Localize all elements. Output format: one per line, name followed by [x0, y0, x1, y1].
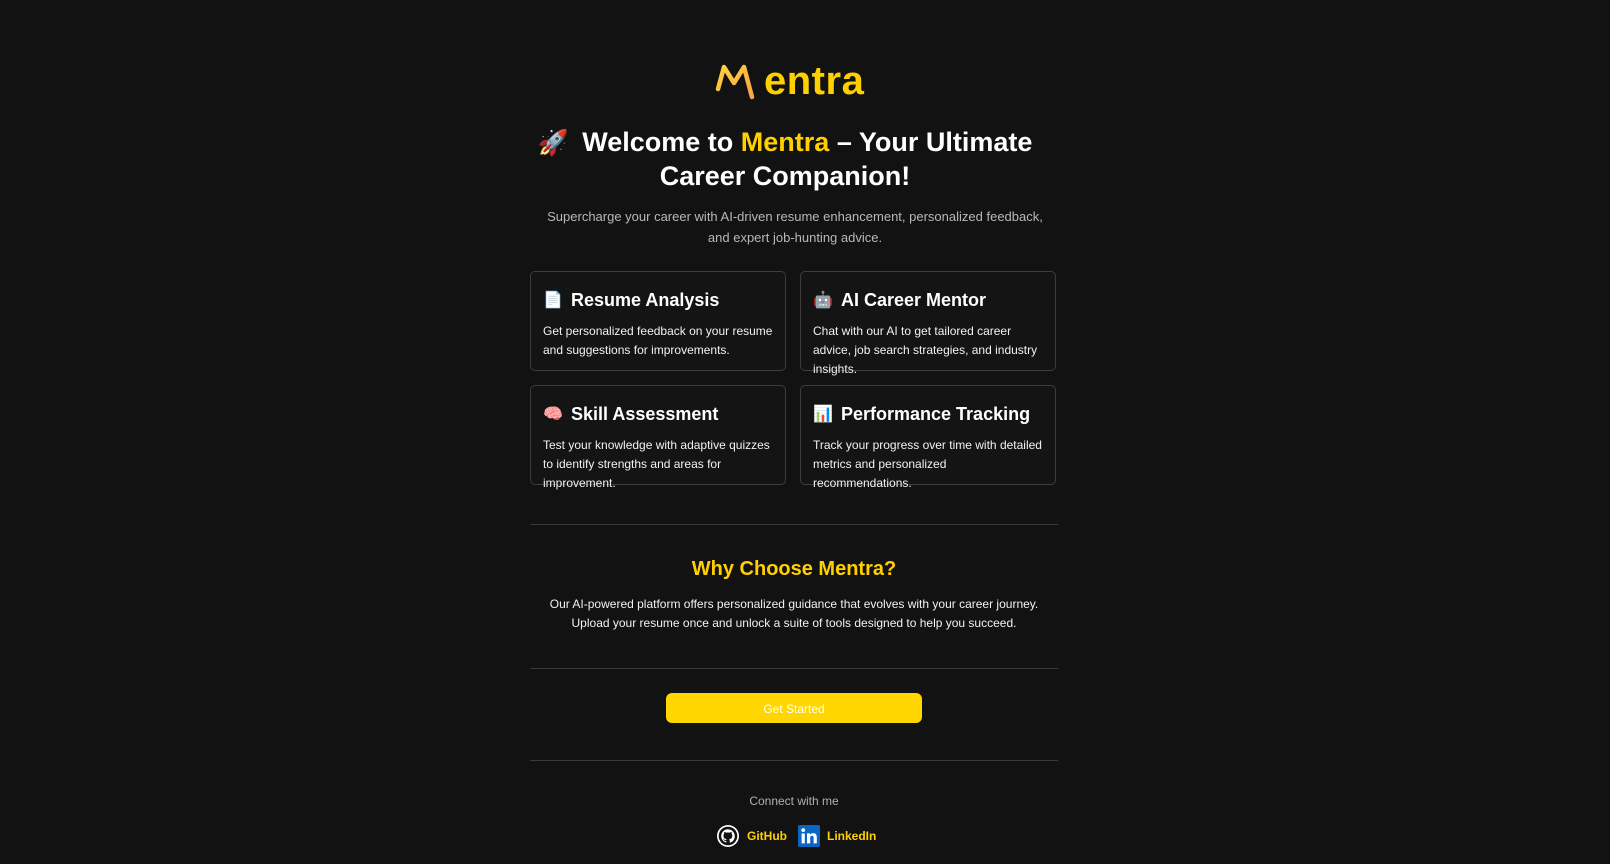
why-text: Our AI-powered platform offers personali…	[549, 597, 1039, 630]
feature-card-description: Test your knowledge with adaptive quizze…	[543, 438, 770, 490]
landing-page: entra 🚀 Welcome to Mentra – Your Ultimat…	[0, 0, 1610, 864]
github-label: GitHub	[747, 829, 787, 843]
feature-title-text: AI Career Mentor	[841, 289, 987, 310]
feature-title-text: Performance Tracking	[841, 403, 1031, 424]
github-icon	[717, 825, 739, 847]
feature-card-description: Chat with our AI to get tailored career …	[813, 324, 1038, 376]
robot-icon: 🤖	[813, 292, 833, 309]
brand-logo: entra	[714, 56, 864, 106]
feature-card-description: Get personalized feedback on your resume…	[543, 324, 773, 357]
feature-card-performance-tracking: 📊 Performance Tracking Track your progre…	[800, 385, 1056, 490]
github-link[interactable]: GitHub	[716, 824, 787, 848]
brain-icon: 🧠	[543, 406, 563, 423]
linkedin-link[interactable]: LinkedIn	[798, 824, 876, 848]
chart-icon: 📊	[813, 406, 833, 423]
mentra-m-logo-icon	[715, 64, 755, 100]
feature-card-skill-assessment: 🧠 Skill Assessment Test your knowledge w…	[530, 385, 786, 490]
feature-title-text: Resume Analysis	[571, 289, 720, 310]
feature-card-title: 🤖 AI Career Mentor	[813, 288, 1043, 312]
page-icon: 📄	[543, 292, 563, 309]
feature-card-description: Track your progress over time with detai…	[813, 438, 1042, 490]
feature-title-text: Skill Assessment	[571, 403, 719, 424]
feature-card-title: 📊 Performance Tracking	[813, 402, 1043, 426]
section-divider	[530, 668, 1058, 669]
linkedin-icon	[798, 825, 820, 847]
connect-label: Connect with me	[749, 794, 839, 808]
get-started-button[interactable]: Get Started	[666, 693, 922, 723]
hero-subtitle: Supercharge your career with AI-driven r…	[547, 209, 1043, 245]
feature-card-title: 📄 Resume Analysis	[543, 288, 773, 312]
hero-title-accent: Mentra	[740, 127, 830, 157]
rocket-icon: 🚀	[537, 129, 569, 157]
logo-wordmark: entra	[764, 58, 865, 103]
feature-card-resume-analysis: 📄 Resume Analysis Get personalized feedb…	[530, 271, 786, 371]
linkedin-label: LinkedIn	[827, 829, 877, 843]
section-divider	[530, 760, 1058, 761]
hero-title-prefix: Welcome to	[582, 127, 734, 157]
feature-card-ai-career-mentor: 🤖 AI Career Mentor Chat with our AI to g…	[800, 271, 1056, 376]
feature-card-title: 🧠 Skill Assessment	[543, 402, 773, 426]
hero-title: 🚀 Welcome to Mentra – Your Ultimate Care…	[520, 126, 1050, 193]
why-title: Why Choose Mentra?	[691, 558, 897, 580]
section-divider	[530, 524, 1058, 525]
